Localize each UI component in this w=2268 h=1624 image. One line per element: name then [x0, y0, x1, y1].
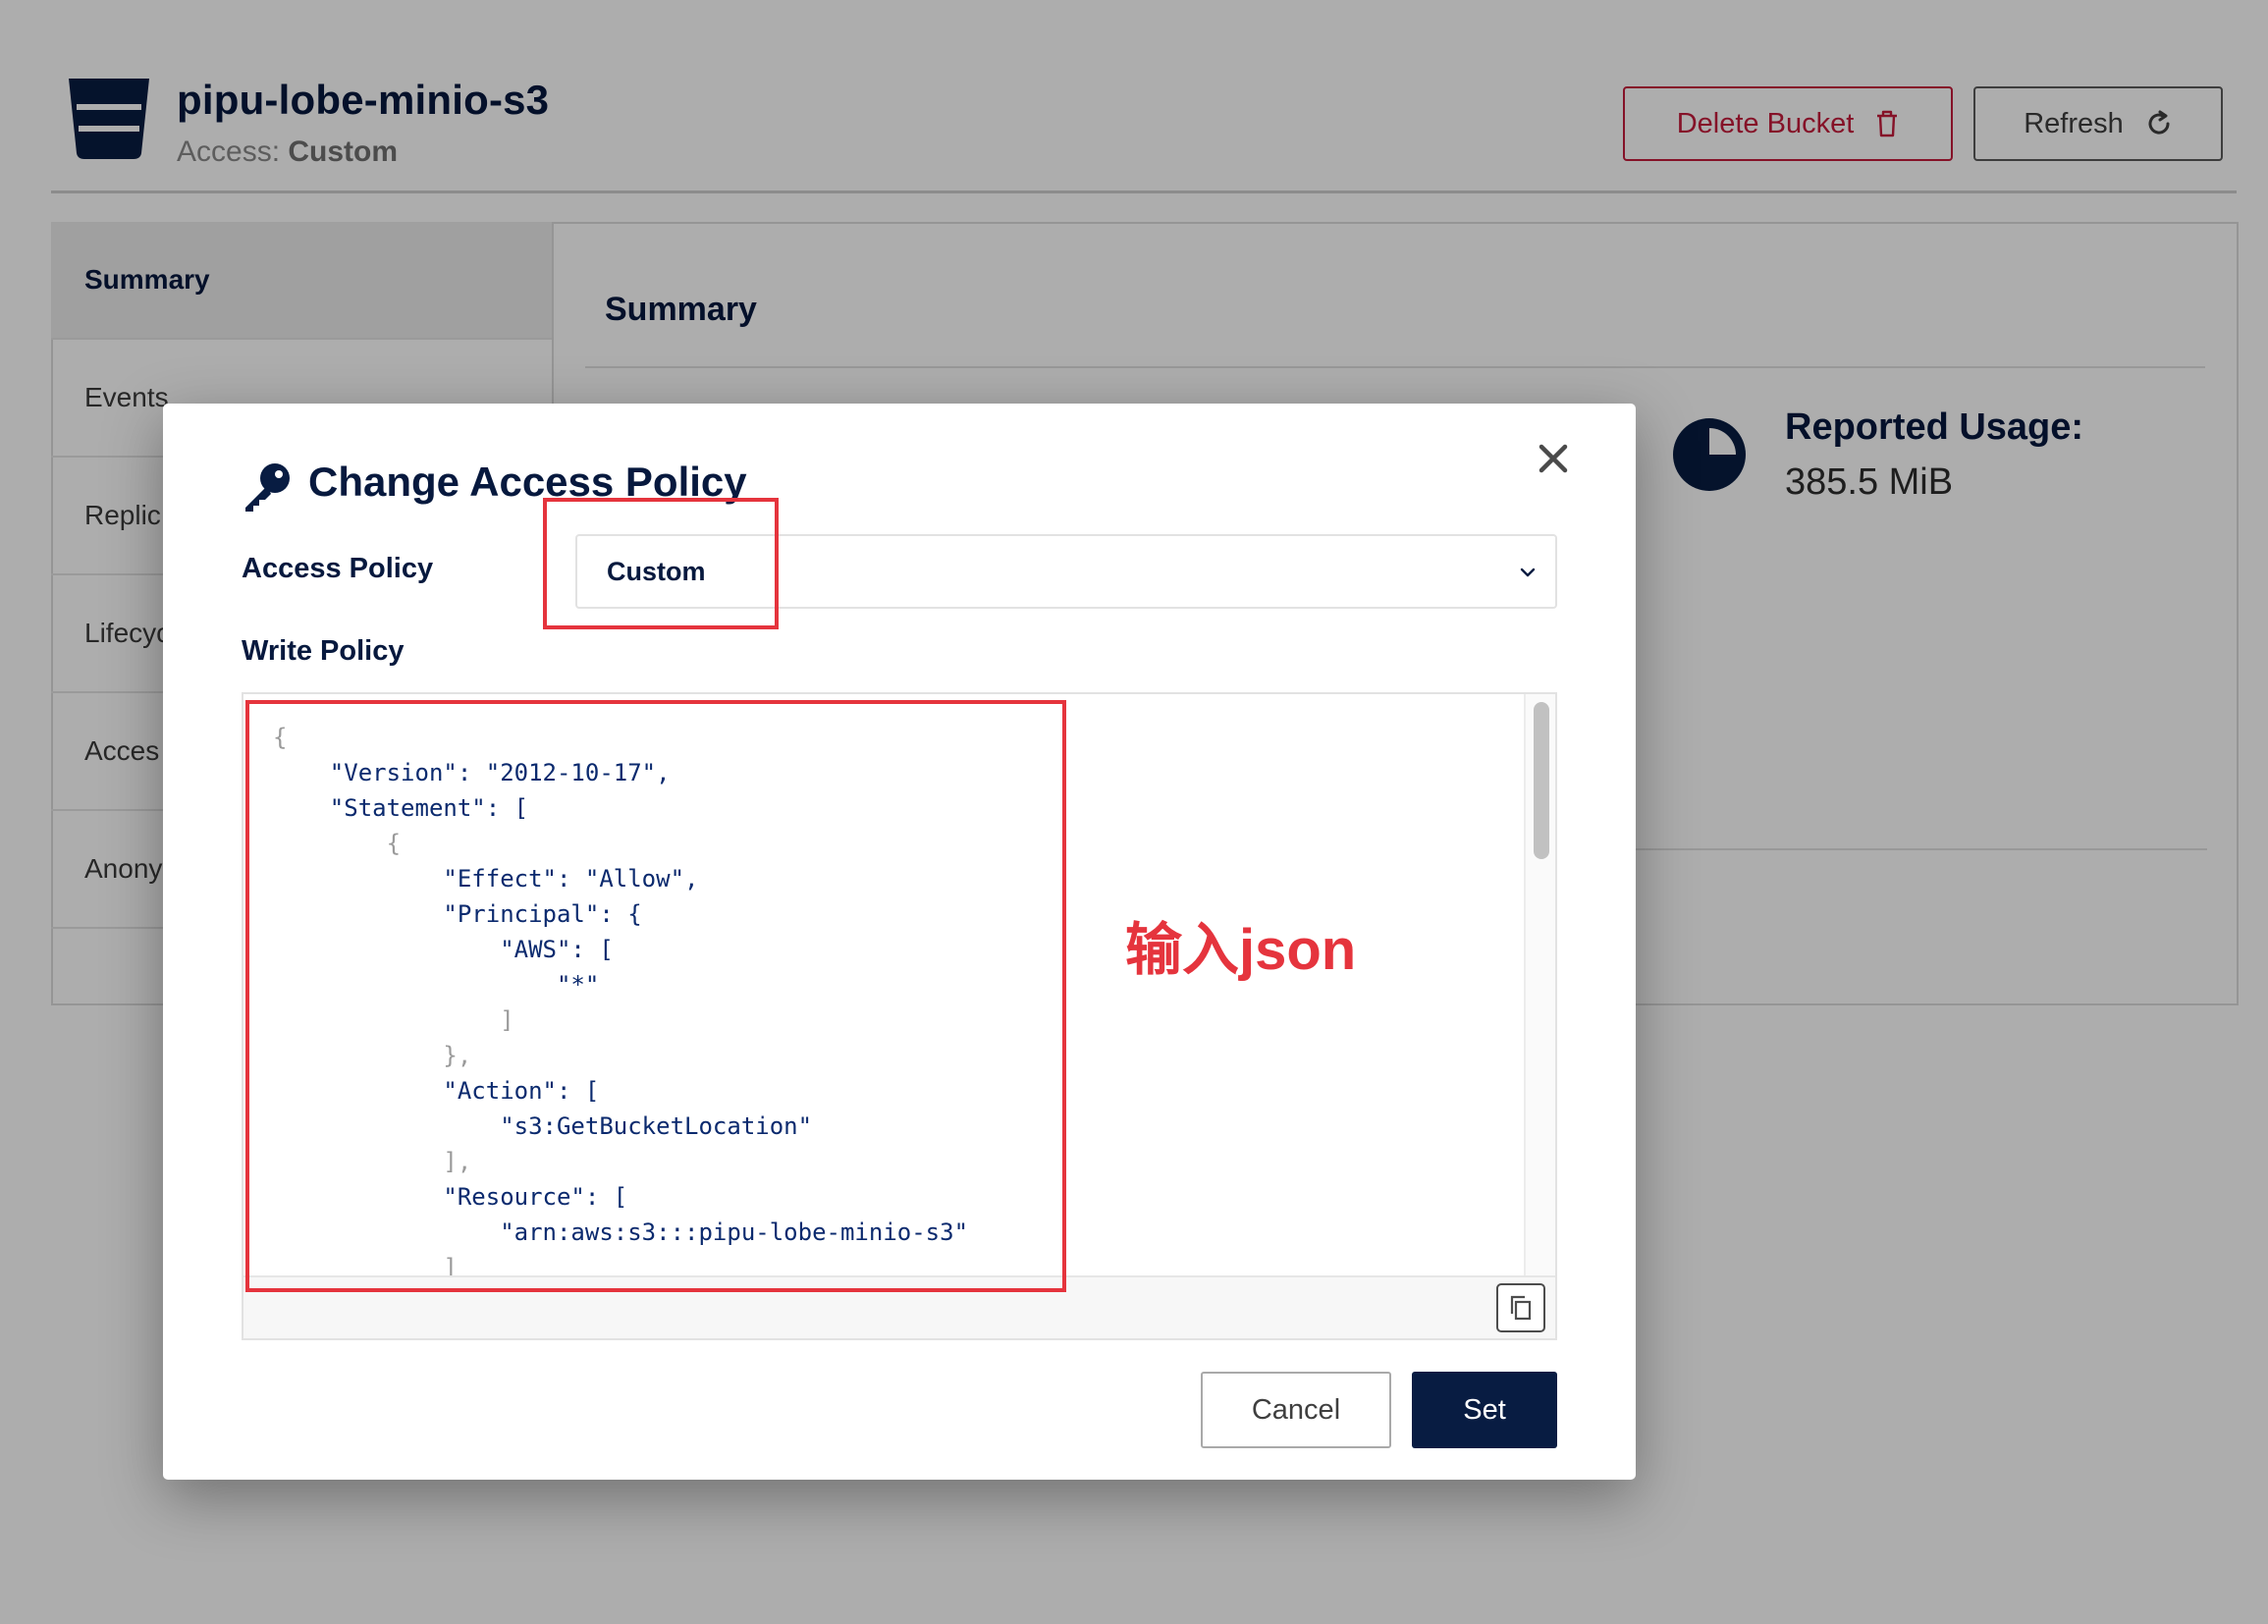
copy-icon: [1510, 1295, 1532, 1321]
access-policy-label: Access Policy: [242, 553, 434, 584]
key-icon: [245, 463, 290, 512]
close-button[interactable]: [1530, 435, 1577, 482]
annotation-box-policy-editor: [245, 700, 1066, 1292]
copy-button[interactable]: [1496, 1283, 1545, 1332]
editor-scrollbar-thumb[interactable]: [1534, 702, 1549, 859]
cancel-button[interactable]: Cancel: [1201, 1372, 1391, 1448]
write-policy-label: Write Policy: [242, 635, 405, 667]
close-icon: [1539, 444, 1568, 473]
set-button[interactable]: Set: [1412, 1372, 1557, 1448]
annotation-box-access-policy: [543, 498, 779, 629]
chevron-down-icon: [1520, 568, 1536, 577]
editor-scrollbar[interactable]: [1524, 694, 1555, 1279]
annotation-text: 输入json: [1125, 918, 1357, 982]
